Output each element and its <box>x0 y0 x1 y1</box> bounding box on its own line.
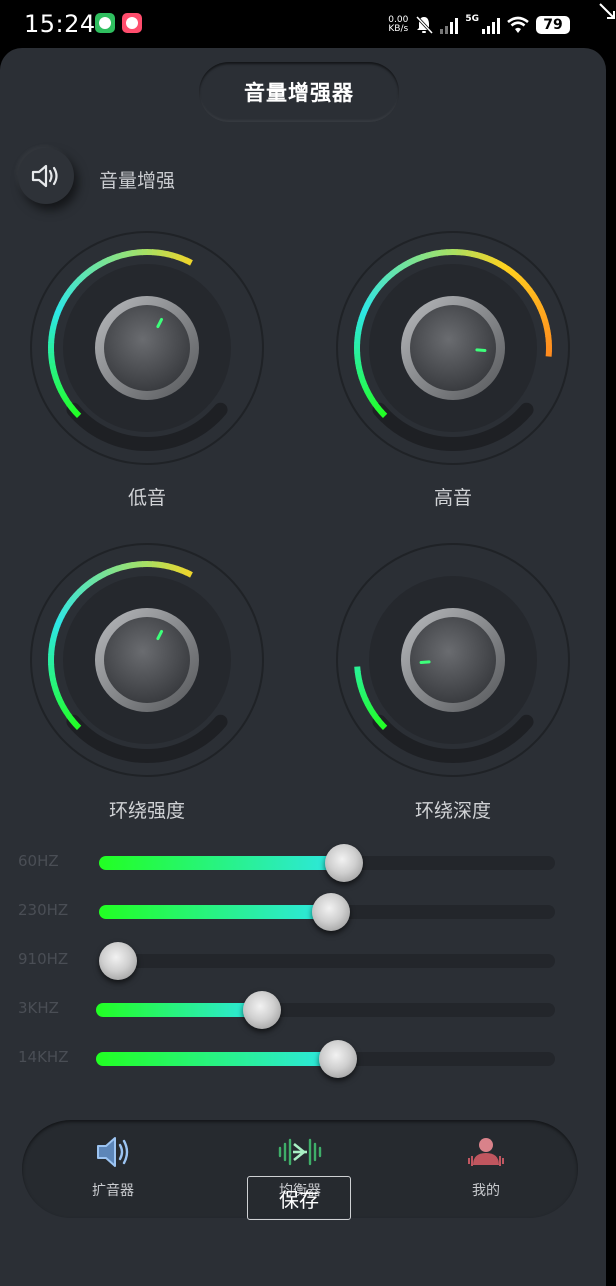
signal-icon <box>440 16 459 34</box>
knob-surround-depth-label: 环绕深度 <box>414 800 491 822</box>
eq-band-label: 230HZ <box>18 901 69 919</box>
status-time: 15:24 <box>24 10 96 38</box>
eq-slider-track[interactable] <box>99 893 555 931</box>
signal-5g-icon <box>482 16 500 34</box>
knob-treble-label: 高音 <box>433 487 472 509</box>
title-pill: 音量增强器 <box>199 62 399 122</box>
knob-surround-strength-label: 环绕强度 <box>108 800 185 822</box>
main-panel: 音量增强器 音量增强 低音 高音 环绕强度 环绕深度 60HZ 230HZ 91… <box>0 48 606 1286</box>
eq-band-label: 3KHZ <box>18 999 59 1017</box>
nav-item-amplifier[interactable]: 扩音器 <box>53 1130 173 1210</box>
status-bar: 15:24 0.00 KB/s 5G 79 <box>0 0 616 50</box>
save-button[interactable]: 保存 <box>247 1176 351 1220</box>
window-edge <box>606 48 616 1286</box>
network-type: 5G <box>465 14 479 24</box>
eq-slider-track[interactable] <box>99 942 555 980</box>
page-title: 音量增强器 <box>244 81 354 105</box>
eq-slider-thumb[interactable] <box>99 942 137 980</box>
eq-band-14khz: 14KHZ <box>0 1038 606 1078</box>
eq-band-60hz: 60HZ <box>0 842 606 882</box>
battery-indicator: 79 <box>536 16 570 34</box>
knob-cap <box>104 617 190 703</box>
nav-item-profile[interactable]: 我的 <box>426 1130 546 1210</box>
corner-arrow-icon <box>599 3 615 19</box>
volume-enhance-toggle[interactable] <box>18 148 74 204</box>
eq-slider-thumb[interactable] <box>324 844 363 882</box>
knob-surround-depth[interactable] <box>333 540 573 780</box>
eq-band-3khz: 3KHZ <box>0 989 606 1029</box>
speaker-icon <box>31 164 58 188</box>
knob-cap <box>410 305 496 391</box>
nav-item-label: 我的 <box>472 1183 500 1199</box>
speaker-icon <box>97 1137 129 1167</box>
eq-slider-fill <box>96 1052 339 1066</box>
knob-cap <box>104 305 190 391</box>
eq-band-label: 910HZ <box>18 950 69 968</box>
eq-band-label: 14KHZ <box>18 1048 69 1066</box>
knob-surround-strength[interactable] <box>27 540 267 780</box>
eq-band-label: 60HZ <box>18 852 59 870</box>
heart-app-icon <box>122 13 142 33</box>
mute-bell-icon <box>416 15 434 35</box>
knob-level-arc <box>184 569 193 578</box>
eq-slider-track[interactable] <box>99 844 555 882</box>
knob-indicator <box>475 348 487 353</box>
volume-enhance-label: 音量增强 <box>99 170 176 192</box>
knob-level-arc <box>354 666 361 673</box>
eq-slider-track[interactable] <box>96 991 555 1029</box>
knob-indicator <box>419 660 431 665</box>
eq-slider-thumb[interactable] <box>312 893 351 931</box>
knob-bass[interactable] <box>27 228 267 468</box>
app-notification-icon <box>95 13 115 33</box>
eq-slider-thumb[interactable] <box>243 991 282 1029</box>
knob-level-arc <box>184 257 193 266</box>
knob-treble[interactable] <box>333 228 573 468</box>
eq-slider-fill <box>96 1003 263 1017</box>
wifi-icon <box>507 16 529 33</box>
eq-slider-thumb[interactable] <box>319 1040 358 1078</box>
knob-bass-label: 低音 <box>127 487 166 509</box>
eq-slider-fill <box>99 856 344 870</box>
eq-band-910hz: 910HZ <box>0 940 606 980</box>
net-speed: 0.00 KB/s <box>388 15 409 34</box>
eq-band-230hz: 230HZ <box>0 891 606 931</box>
nav-item-label: 扩音器 <box>92 1183 134 1199</box>
equalizer-icon <box>278 1138 322 1166</box>
eq-slider-track[interactable] <box>96 1040 555 1078</box>
eq-slider-fill <box>99 905 332 919</box>
profile-icon <box>468 1138 504 1166</box>
knob-cap <box>410 617 496 703</box>
